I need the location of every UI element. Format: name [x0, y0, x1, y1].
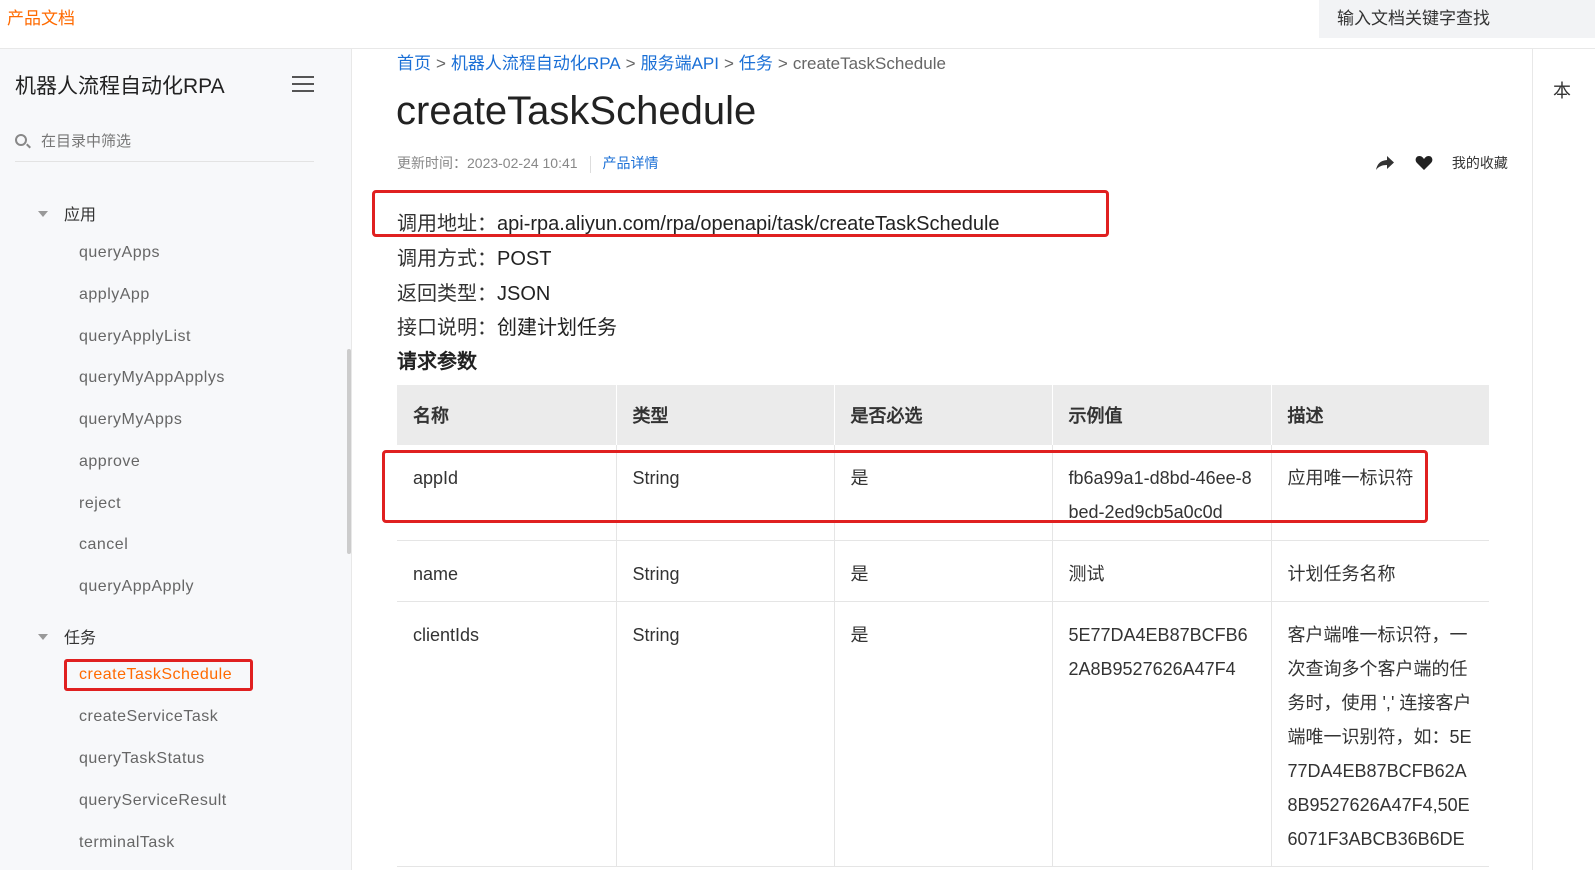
right-rail: 本 [1532, 49, 1595, 870]
table-header-row: 名称 类型 是否必选 示例值 描述 [397, 385, 1489, 445]
search-icon [15, 134, 27, 146]
sidebar-item-queryappapply[interactable]: queryAppApply [79, 578, 194, 596]
param-required: 是 [834, 540, 1053, 602]
sidebar-group-label: 应用 [64, 207, 97, 224]
caret-down-icon [38, 210, 48, 217]
sidebar-item-queryserviceresult[interactable]: queryServiceResult [79, 792, 227, 810]
breadcrumb-current: createTaskSchedule [792, 54, 946, 73]
return-type: 返回类型：JSON [397, 283, 551, 305]
share-icon[interactable] [1375, 155, 1395, 171]
menu-icon[interactable] [292, 76, 314, 94]
call-method: 调用方式：POST [397, 248, 552, 270]
sidebar: 机器人流程自动化RPA 应用 queryApps applyApp queryA… [0, 49, 352, 870]
divider [589, 155, 591, 173]
param-type: String [616, 601, 835, 867]
sidebar-item-queryapplylist[interactable]: queryApplyList [79, 328, 191, 346]
page-actions: 我的收藏 [1375, 153, 1508, 173]
param-required: 是 [834, 601, 1053, 867]
param-desc: 客户端唯一标识符，一次查询多个客户端的任务时，使用 ',' 连接客户端唯一识别符… [1271, 601, 1489, 867]
column-header: 示例值 [1052, 385, 1272, 445]
sidebar-title: 机器人流程自动化RPA [15, 75, 225, 98]
column-header: 名称 [397, 385, 617, 445]
column-header: 类型 [616, 385, 835, 445]
request-params-heading: 请求参数 [397, 351, 477, 373]
sidebar-filter-input[interactable] [41, 129, 311, 153]
page-meta: 更新时间：2023-02-24 10:41 产品详情 [397, 153, 659, 173]
sidebar-item-applyapp[interactable]: applyApp [79, 286, 150, 304]
sidebar-item-approve[interactable]: approve [79, 453, 140, 471]
breadcrumb-home[interactable]: 首页 [397, 54, 431, 73]
breadcrumb-tasks[interactable]: 任务 [739, 54, 773, 73]
param-type: String [616, 540, 835, 602]
right-rail-label[interactable]: 本 [1553, 77, 1571, 103]
param-example: 5E77DA4EB87BCFB62A8B9527626A47F4 [1052, 601, 1272, 867]
table-row: name String 是 测试 计划任务名称 [397, 540, 1489, 602]
sidebar-item-querymyappapplys[interactable]: queryMyAppApplys [79, 369, 225, 387]
heart-icon[interactable] [1415, 155, 1433, 171]
param-name: clientIds [397, 601, 617, 867]
product-detail-link[interactable]: 产品详情 [603, 155, 659, 171]
sidebar-group-tasks[interactable]: 任务 [38, 624, 96, 648]
sidebar-item-querytaskstatus[interactable]: queryTaskStatus [79, 750, 205, 768]
update-time: 更新时间：2023-02-24 10:41 [397, 155, 578, 171]
sidebar-item-cancel[interactable]: cancel [79, 536, 128, 554]
main-content: 首页 > 机器人流程自动化RPA > 服务端API > 任务 > createTaskSched… [352, 49, 1532, 870]
favorites-link[interactable]: 我的收藏 [1452, 155, 1508, 171]
sidebar-item-createservicetask[interactable]: createServiceTask [79, 708, 218, 726]
sidebar-item-querymyapps[interactable]: queryMyApps [79, 411, 182, 429]
sidebar-scrollbar[interactable] [347, 349, 351, 554]
brand-link[interactable]: 产品文档 [7, 4, 75, 29]
param-name: name [397, 540, 617, 602]
column-header: 是否必选 [834, 385, 1053, 445]
breadcrumb-rpa[interactable]: 机器人流程自动化RPA [451, 54, 621, 73]
column-header: 描述 [1271, 385, 1489, 445]
doc-search-box[interactable] [1319, 0, 1595, 38]
sidebar-item-queryapps[interactable]: queryApps [79, 244, 160, 262]
breadcrumb-server-api[interactable]: 服务端API [641, 54, 719, 73]
caret-down-icon [38, 633, 48, 640]
top-bar: 产品文档 [0, 0, 1595, 49]
breadcrumb: 首页 > 机器人流程自动化RPA > 服务端API > 任务 > createTaskSched… [397, 54, 946, 73]
table-row: clientIds String 是 5E77DA4EB87BCFB62A8B9… [397, 601, 1489, 867]
param-example: 测试 [1052, 540, 1272, 602]
call-address: 调用地址：api-rpa.aliyun.com/rpa/openapi/task… [397, 213, 1000, 235]
sidebar-filter[interactable] [15, 129, 314, 162]
page-title: createTaskSchedule [396, 89, 757, 133]
sidebar-item-terminaltask[interactable]: terminalTask [79, 834, 175, 852]
param-desc: 计划任务名称 [1271, 540, 1489, 602]
sidebar-group-label: 任务 [64, 630, 97, 647]
sidebar-group-apps[interactable]: 应用 [38, 201, 96, 225]
appid-row-highlight [382, 450, 1428, 523]
doc-search-input[interactable] [1319, 0, 1595, 38]
sidebar-item-createtaskschedule[interactable]: createTaskSchedule [79, 666, 232, 684]
sidebar-item-reject[interactable]: reject [79, 495, 121, 513]
api-description: 接口说明：创建计划任务 [397, 317, 617, 339]
